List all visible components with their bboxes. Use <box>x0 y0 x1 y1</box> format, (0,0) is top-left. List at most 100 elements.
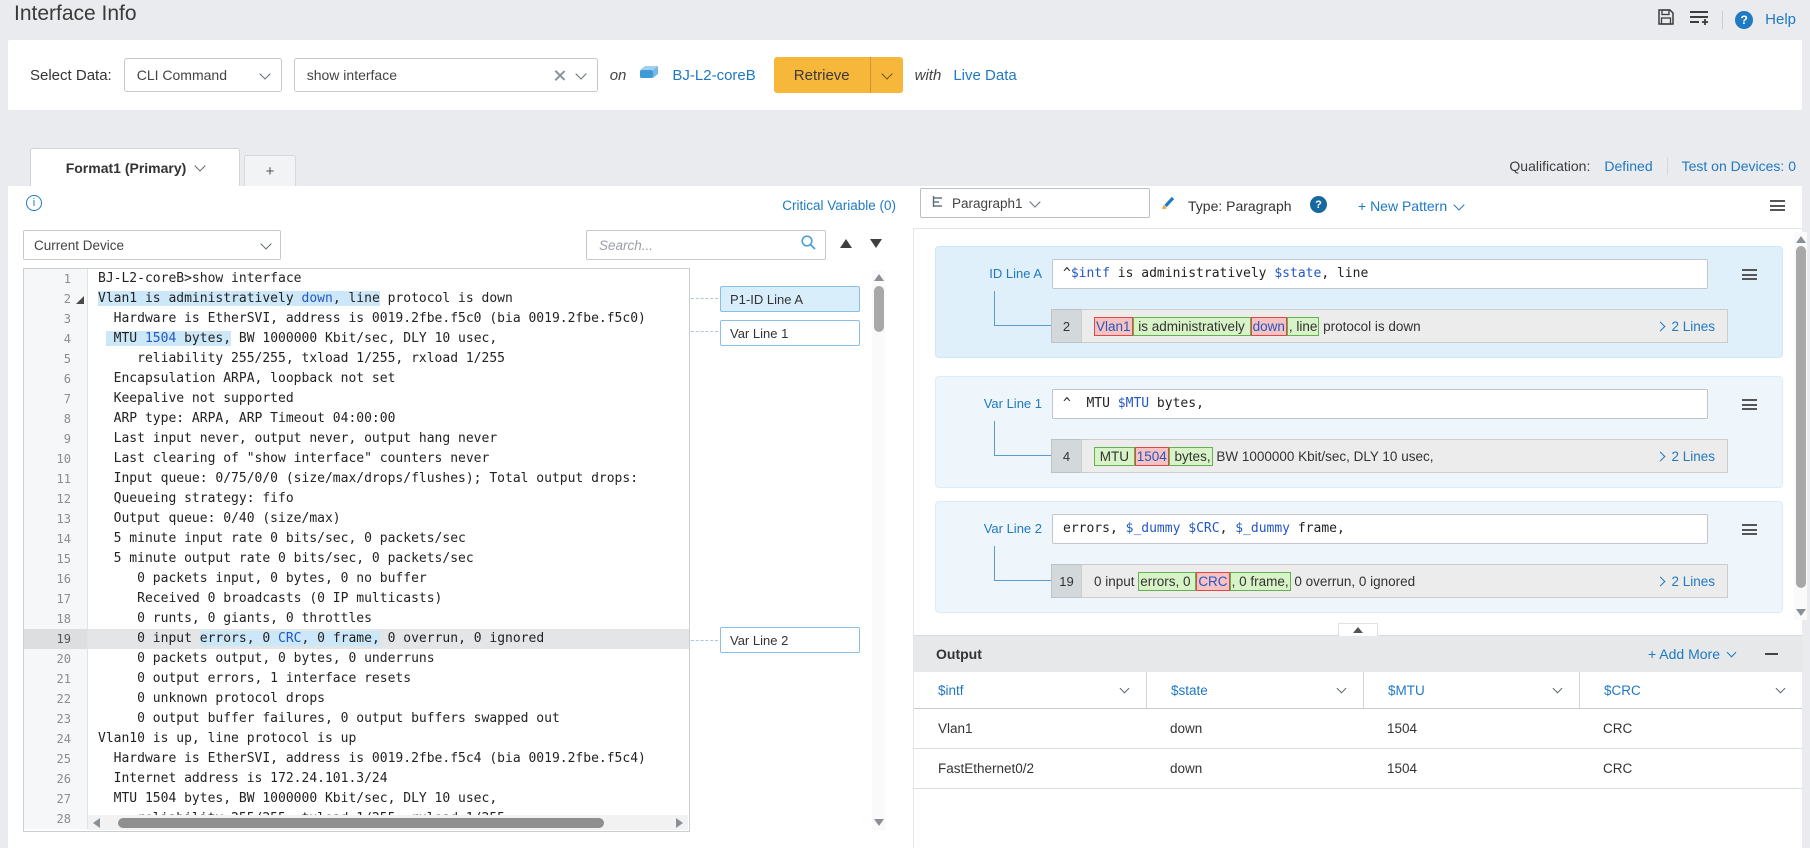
pattern-menu-icon[interactable] <box>1742 522 1757 540</box>
collapse-output-button[interactable] <box>1338 623 1378 636</box>
code-line[interactable]: 4 MTU 1504 bytes, BW 1000000 Kbit/sec, D… <box>24 329 689 349</box>
code-line[interactable]: 16 0 packets input, 0 bytes, 0 no buffer <box>24 569 689 589</box>
code-line[interactable]: 25 Hardware is EtherSVI, address is 0019… <box>24 749 689 769</box>
expand-lines-link[interactable]: 2 Lines <box>1657 319 1727 334</box>
retrieve-dropdown-caret[interactable] <box>871 57 903 93</box>
vertical-scrollbar[interactable] <box>1794 232 1807 620</box>
test-on-devices-link[interactable]: Test on Devices: 0 <box>1682 158 1796 174</box>
anchor-label-var-line-1[interactable]: Var Line 1 <box>720 320 860 346</box>
add-to-list-icon[interactable] <box>1688 7 1710 32</box>
expand-lines-link[interactable]: 2 Lines <box>1657 449 1727 464</box>
chevron-down-icon <box>259 68 270 79</box>
code-line[interactable]: 21 0 output errors, 1 interface resets <box>24 669 689 689</box>
output-table-row: Vlan1down1504CRC <box>914 709 1802 749</box>
device-icon <box>638 65 660 85</box>
output-column-header[interactable]: $intf <box>914 672 1146 708</box>
code-line[interactable]: 9 Last input never, output never, output… <box>24 429 689 449</box>
scroll-left-icon[interactable] <box>93 818 100 828</box>
code-text: Encapsulation ARPA, loopback not set <box>88 369 689 389</box>
clear-icon[interactable] <box>554 70 565 81</box>
scroll-down-icon[interactable] <box>1796 609 1806 616</box>
anchor-label-id-line-a[interactable]: P1-ID Line A <box>720 286 860 312</box>
pattern-line-label[interactable]: ID Line A <box>936 259 1042 289</box>
scrollbar-thumb[interactable] <box>118 818 604 828</box>
code-line[interactable]: 15 5 minute output rate 0 bits/sec, 0 pa… <box>24 549 689 569</box>
code-line[interactable]: 1BJ-L2-coreB>show interface <box>24 269 689 289</box>
code-line[interactable]: 22 0 unknown protocol drops <box>24 689 689 709</box>
scroll-up-icon[interactable] <box>1796 236 1806 243</box>
anchor-label-var-line-2[interactable]: Var Line 2 <box>720 627 860 653</box>
code-line[interactable]: 18 0 runts, 0 giants, 0 throttles <box>24 609 689 629</box>
search-input[interactable] <box>597 237 800 254</box>
output-column-header[interactable]: $state <box>1146 672 1363 708</box>
code-line[interactable]: 27 MTU 1504 bytes, BW 1000000 Kbit/sec, … <box>24 789 689 809</box>
search-icon[interactable] <box>800 234 817 256</box>
command-combobox[interactable]: show interface <box>294 58 598 92</box>
code-line[interactable]: 12 Queueing strategy: fifo <box>24 489 689 509</box>
connector-line <box>994 291 1053 326</box>
code-line[interactable]: 17 Received 0 broadcasts (0 IP multicast… <box>24 589 689 609</box>
output-title: Output <box>936 646 982 662</box>
chevron-down-icon[interactable] <box>195 160 206 171</box>
pattern-menu-icon[interactable] <box>1742 397 1757 415</box>
code-line[interactable]: 11 Input queue: 0/75/0/0 (size/max/drops… <box>24 469 689 489</box>
output-column-header[interactable]: $CRC <box>1579 672 1802 708</box>
pattern-select[interactable]: Paragraph1 <box>920 188 1150 218</box>
code-text: Output queue: 0/40 (size/max) <box>88 509 689 529</box>
minimize-icon[interactable] <box>1765 653 1778 655</box>
horizontal-scrollbar[interactable] <box>88 815 688 830</box>
add-format-tab[interactable]: + <box>244 155 296 186</box>
code-line[interactable]: 10 Last clearing of "show interface" cou… <box>24 449 689 469</box>
device-link[interactable]: BJ-L2-coreB <box>672 67 755 84</box>
output-column-header[interactable]: $MTU <box>1363 672 1579 708</box>
scroll-up-icon[interactable] <box>874 274 884 281</box>
scroll-down-icon[interactable] <box>874 819 884 826</box>
find-previous-button[interactable] <box>840 239 852 248</box>
edit-pencil-icon[interactable] <box>1160 194 1177 216</box>
help-link[interactable]: Help <box>1765 11 1796 28</box>
code-line[interactable]: 13 Output queue: 0/40 (size/max) <box>24 509 689 529</box>
select-data-label: Select Data: <box>30 67 112 84</box>
chevron-down-icon[interactable] <box>575 68 586 79</box>
vertical-scrollbar[interactable] <box>872 270 885 830</box>
qualification-defined-link[interactable]: Defined <box>1604 158 1652 174</box>
search-box[interactable] <box>586 230 826 260</box>
retrieve-button[interactable]: Retrieve <box>774 57 903 93</box>
code-line[interactable]: 2Vlan1 is administratively down, line pr… <box>24 289 689 309</box>
code-line[interactable]: 5 reliability 255/255, txload 1/255, rxl… <box>24 349 689 369</box>
scrollbar-thumb[interactable] <box>1796 246 1806 588</box>
expand-lines-link[interactable]: 2 Lines <box>1657 574 1727 589</box>
code-line[interactable]: 23 0 output buffer failures, 0 output bu… <box>24 709 689 729</box>
scroll-right-icon[interactable] <box>676 818 683 828</box>
code-line[interactable]: 14 5 minute input rate 0 bits/sec, 0 pac… <box>24 529 689 549</box>
live-data-link[interactable]: Live Data <box>953 67 1016 84</box>
info-icon[interactable]: i <box>26 195 42 211</box>
code-line[interactable]: 24Vlan10 is up, line protocol is up <box>24 729 689 749</box>
scrollbar-thumb[interactable] <box>874 286 884 332</box>
save-icon[interactable] <box>1656 7 1676 32</box>
code-line[interactable]: 7 Keepalive not supported <box>24 389 689 409</box>
question-icon[interactable]: ? <box>1310 196 1327 213</box>
code-line[interactable]: 6 Encapsulation ARPA, loopback not set <box>24 369 689 389</box>
code-line[interactable]: 8 ARP type: ARPA, ARP Timeout 04:00:00 <box>24 409 689 429</box>
pattern-input[interactable]: errors, $_dummy $CRC, $_dummy frame, <box>1052 514 1708 544</box>
tab-format1-primary[interactable]: Format1 (Primary) <box>30 148 240 186</box>
menu-icon[interactable] <box>1770 198 1785 216</box>
add-more-link[interactable]: + Add More <box>1648 646 1735 662</box>
pattern-line-label[interactable]: Var Line 1 <box>936 389 1042 419</box>
code-line[interactable]: 20 0 packets output, 0 bytes, 0 underrun… <box>24 649 689 669</box>
pattern-input[interactable]: ^ MTU $MTU bytes, <box>1052 389 1708 419</box>
code-line[interactable]: 26 Internet address is 172.24.101.3/24 <box>24 769 689 789</box>
data-type-select[interactable]: CLI Command <box>124 58 282 92</box>
code-line[interactable]: 19 0 input errors, 0 CRC, 0 frame, 0 ove… <box>24 629 689 649</box>
help-icon[interactable]: ? <box>1735 11 1753 29</box>
pattern-line-label[interactable]: Var Line 2 <box>936 514 1042 544</box>
find-next-button[interactable] <box>870 239 882 248</box>
code-line[interactable]: 3 Hardware is EtherSVI, address is 0019.… <box>24 309 689 329</box>
critical-variable-link[interactable]: Critical Variable (0) <box>708 198 896 213</box>
device-scope-select[interactable]: Current Device <box>23 230 281 260</box>
pattern-input[interactable]: ^$intf is administratively $state, line <box>1052 259 1708 289</box>
fold-marker-icon[interactable] <box>76 296 84 304</box>
pattern-menu-icon[interactable] <box>1742 267 1757 285</box>
new-pattern-link[interactable]: + New Pattern <box>1358 198 1463 214</box>
